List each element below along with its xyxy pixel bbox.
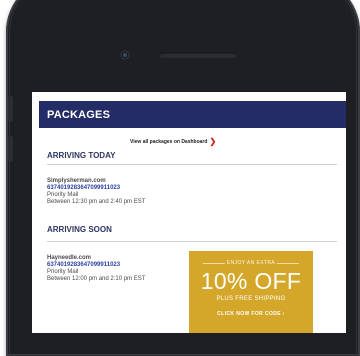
dashboard-link-label[interactable]: View all packages on Dashboard — [130, 139, 207, 145]
package-item: Simplysherman.com 6374019283647099911023… — [47, 178, 145, 206]
promo-banner[interactable]: ENJOY AN EXTRA 10% OFF PLUS FREE SHIPPIN… — [189, 251, 313, 333]
tracking-number-link[interactable]: 6374019283647099911023 — [47, 262, 145, 269]
speaker-grille — [159, 52, 237, 58]
chevron-right-icon: ❯ — [209, 137, 217, 146]
package-item: Hayneedle.com 6374019283647099911023 Pri… — [47, 255, 145, 283]
divider — [47, 241, 337, 242]
package-service: Priority Mail — [47, 269, 79, 275]
promo-cta-link[interactable]: CLICK NOW FOR CODE › — [189, 311, 313, 317]
package-store: Simplysherman.com — [47, 178, 106, 184]
phone-screen: PACKAGES View all packages on Dashboard ❯… — [32, 92, 346, 333]
volume-up-button — [8, 96, 13, 122]
package-service: Priority Mail — [47, 192, 79, 198]
promo-shipping: PLUS FREE SHIPPING — [216, 296, 286, 302]
delivery-window: Between 12:00 pm and 2:10 pm EST — [47, 276, 146, 282]
front-camera-icon — [120, 50, 130, 60]
section-title-today: ARRIVING TODAY — [47, 151, 116, 160]
section-title-soon: ARRIVING SOON — [47, 225, 112, 234]
delivery-window: Between 12:30 pm and 2:40 pm EST — [47, 199, 146, 205]
package-store: Hayneedle.com — [47, 255, 92, 261]
page-title: PACKAGES — [47, 109, 111, 121]
promo-eyebrow: ENJOY AN EXTRA — [226, 260, 276, 266]
tracking-number-link[interactable]: 6374019283647099911023 — [47, 185, 145, 192]
dashboard-link[interactable]: View all packages on Dashboard ❯ — [130, 137, 216, 146]
promo-headline: 10% OFF — [200, 268, 302, 294]
divider — [47, 164, 337, 165]
volume-down-button — [8, 136, 13, 162]
packages-header: PACKAGES — [39, 101, 346, 128]
